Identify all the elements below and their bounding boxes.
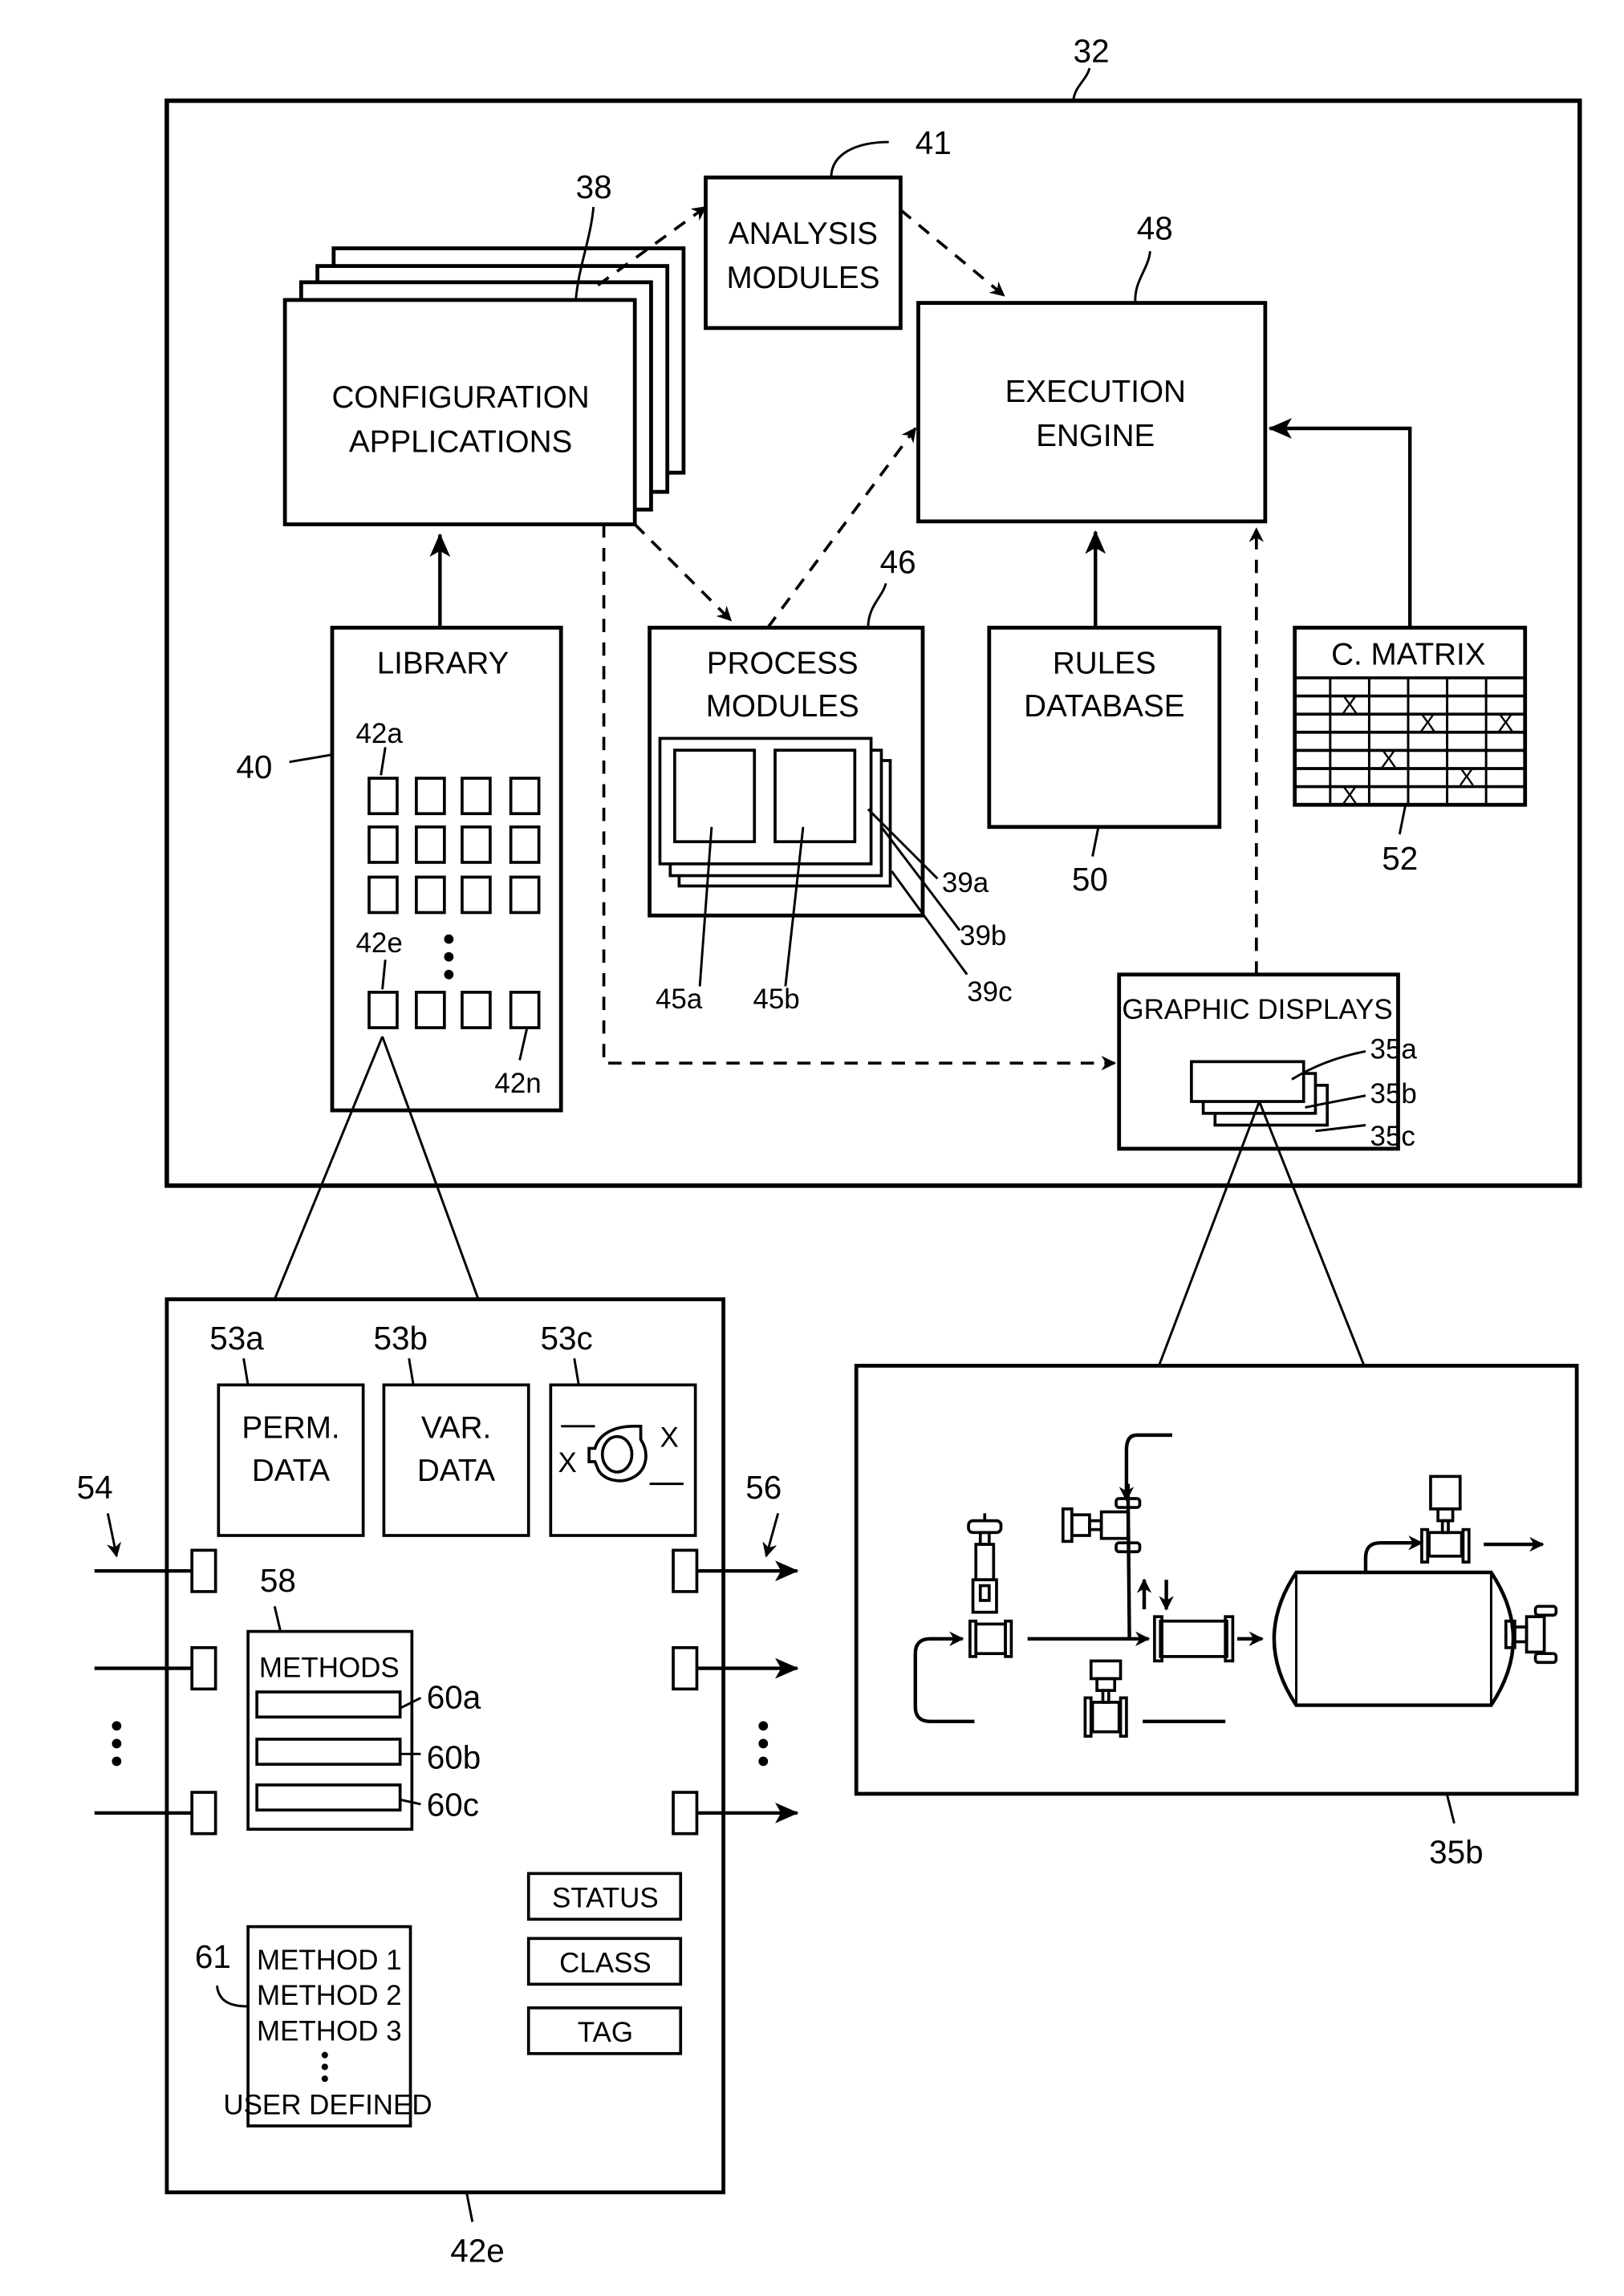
ref-label-38: 38 (576, 168, 612, 205)
graphic-display-detail: 35b (854, 1364, 1579, 1870)
process-line1: PROCESS (707, 646, 859, 680)
matrix-mark: X (1381, 746, 1397, 773)
ref-label-53c: 53c (540, 1320, 592, 1357)
ref-label-35a: 35a (1370, 1034, 1418, 1065)
matrix-mark: X (1342, 692, 1358, 718)
ref-label-60a: 60a (427, 1678, 481, 1715)
attribute-tag: TAG (578, 2017, 633, 2048)
ellipsis-icon (758, 1721, 769, 1767)
var-data-line2: DATA (417, 1454, 496, 1488)
ref-label-50: 50 (1072, 861, 1108, 898)
rules-line1: RULES (1053, 646, 1156, 680)
ref-label-56: 56 (745, 1469, 782, 1506)
ref-label-35b-detail: 35b (1429, 1833, 1484, 1870)
rules-line2: DATABASE (1024, 689, 1184, 724)
process-line2: MODULES (706, 689, 859, 724)
ref-label-53a: 53a (209, 1320, 264, 1357)
matrix-mark: X (1498, 710, 1514, 736)
library-item-detail: 42e PERM. DATA 53a VAR. DATA 53b 53c X X… (77, 1297, 799, 2269)
matrix-mark: X (1342, 782, 1358, 809)
pump-x-right: X (660, 1422, 678, 1454)
ref-label-60b: 60b (427, 1739, 481, 1776)
library-title: LIBRARY (377, 646, 510, 680)
ref-label-40: 40 (236, 748, 272, 785)
method-list-user-defined: USER DEFINED (223, 2089, 432, 2120)
ref-label-45a: 45a (656, 984, 703, 1015)
ref-label-39c: 39c (967, 976, 1012, 1008)
config-apps-line2: APPLICATIONS (349, 424, 572, 459)
analysis-line1: ANALYSIS (729, 217, 878, 251)
ref-label-54: 54 (77, 1469, 113, 1506)
ref-label-60c: 60c (427, 1787, 479, 1823)
ref-label-35c: 35c (1370, 1121, 1415, 1152)
ref-label-46: 46 (880, 543, 916, 580)
ref-label-35b: 35b (1370, 1078, 1417, 1109)
ref-label-42e: 42e (355, 927, 402, 959)
perm-data-line1: PERM. (242, 1411, 339, 1446)
ref-label-45b: 45b (753, 984, 799, 1015)
ref-label-39b: 39b (960, 920, 1006, 951)
matrix-mark: X (1459, 765, 1475, 791)
ref-label-32: 32 (1074, 33, 1110, 70)
ref-label-42a: 42a (355, 718, 403, 749)
ref-label-39a: 39a (942, 867, 989, 899)
patent-figure: 32 CONFIGURATION APPLICATIONS 38 ANALYSI… (77, 33, 1582, 2269)
graphic-displays-title: GRAPHIC DISPLAYS (1122, 994, 1392, 1025)
attribute-status: STATUS (552, 1883, 659, 1914)
ref-label-41: 41 (916, 124, 952, 161)
matrix-mark: X (1419, 710, 1435, 736)
ref-label-48: 48 (1137, 209, 1173, 246)
ref-label-42n: 42n (494, 1068, 541, 1099)
cmatrix-title: C. MATRIX (1331, 637, 1485, 671)
methods-title: METHODS (259, 1653, 400, 1684)
exec-line2: ENGINE (1036, 419, 1155, 453)
pump-x-left: X (558, 1447, 577, 1479)
ellipsis-icon (321, 2051, 328, 2083)
config-apps-line1: CONFIGURATION (332, 380, 590, 415)
exec-line1: EXECUTION (1005, 375, 1186, 409)
analysis-line2: MODULES (726, 261, 879, 295)
method-list-item-1: METHOD 1 (257, 1945, 402, 1976)
attribute-class: CLASS (559, 1948, 652, 1979)
ref-label-61: 61 (195, 1938, 231, 1975)
var-data-line1: VAR. (421, 1411, 491, 1446)
ellipsis-icon (112, 1721, 122, 1767)
method-list-item-3: METHOD 3 (257, 2015, 402, 2047)
ref-label-42e-detail: 42e (450, 2232, 505, 2269)
ref-label-58: 58 (260, 1562, 296, 1599)
perm-data-line2: DATA (252, 1454, 331, 1488)
ref-label-52: 52 (1382, 840, 1418, 877)
method-list-item-2: METHOD 2 (257, 1980, 402, 2011)
ellipsis-icon (444, 934, 454, 980)
ref-label-53b: 53b (374, 1320, 428, 1357)
